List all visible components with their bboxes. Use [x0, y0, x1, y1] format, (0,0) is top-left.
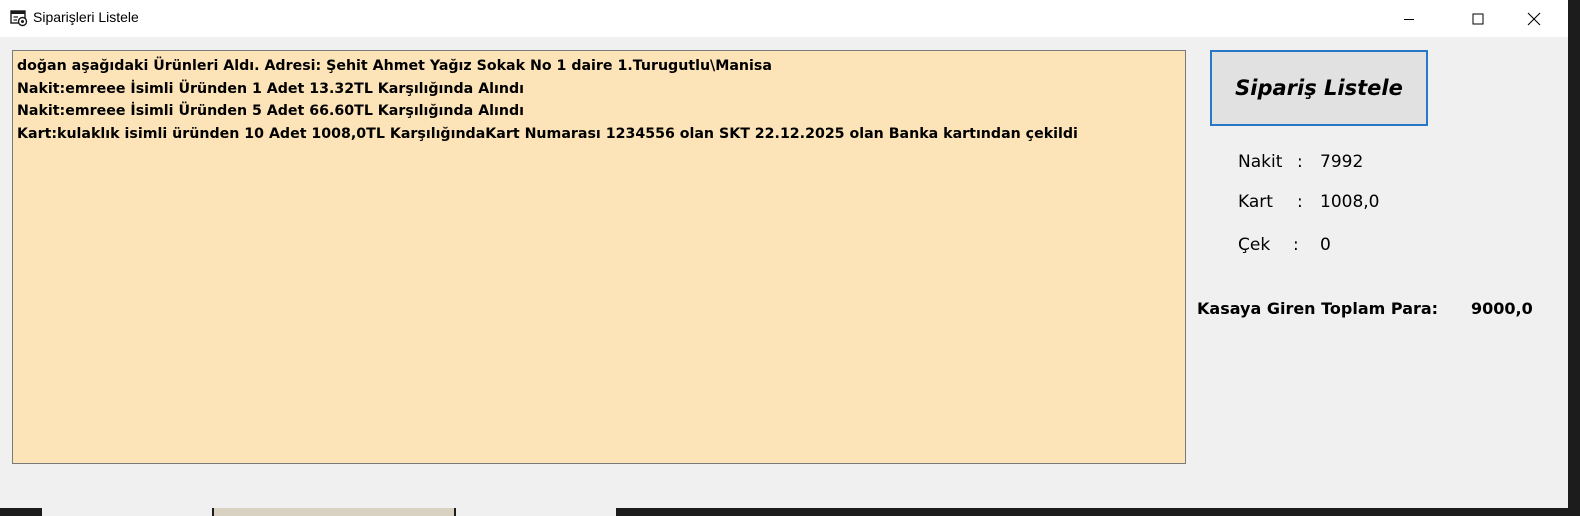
total-cash-label: Kasaya Giren Toplam Para: — [1197, 299, 1439, 318]
total-cash-value: 9000,0 — [1471, 299, 1533, 318]
close-button[interactable] — [1511, 0, 1557, 37]
cash-label: Nakit — [1238, 152, 1283, 172]
minimize-button[interactable] — [1386, 0, 1432, 37]
orders-listbox[interactable]: doğan aşağıdaki Ürünleri Aldı. Adresi: Ş… — [12, 50, 1186, 464]
close-icon — [1527, 12, 1541, 25]
list-item[interactable]: doğan aşağıdaki Ürünleri Aldı. Adresi: Ş… — [17, 55, 1181, 78]
maximize-icon — [1472, 13, 1484, 24]
background-window-fragment — [456, 508, 616, 516]
background-window-fragment — [42, 508, 212, 516]
app-window: Siparişleri Listele doğan aşağıdaki Ürün… — [0, 0, 1568, 508]
cash-separator: : — [1297, 152, 1303, 172]
list-item[interactable]: Nakit:emreee İsimli Üründen 5 Adet 66.60… — [17, 100, 1181, 123]
window-app-icon — [10, 9, 28, 27]
cash-value: 7992 — [1320, 152, 1364, 172]
card-value: 1008,0 — [1320, 192, 1380, 212]
list-item[interactable]: Nakit:emreee İsimli Üründen 1 Adet 13.32… — [17, 78, 1181, 101]
background-window-fragment — [214, 508, 454, 516]
check-label: Çek — [1238, 235, 1271, 255]
list-item[interactable]: Kart:kulaklık isimli üründen 10 Adet 100… — [17, 123, 1181, 146]
list-orders-button[interactable]: Sipariş Listele — [1210, 50, 1428, 126]
maximize-button[interactable] — [1455, 0, 1501, 37]
check-value: 0 — [1320, 235, 1331, 255]
minimize-icon — [1404, 18, 1414, 20]
card-label: Kart — [1238, 192, 1273, 212]
window-title: Siparişleri Listele — [33, 9, 139, 25]
card-separator: : — [1297, 192, 1303, 212]
check-separator: : — [1293, 235, 1299, 255]
client-area: doğan aşağıdaki Ürünleri Aldı. Adresi: Ş… — [0, 37, 1568, 508]
list-orders-button-label: Sipariş Listele — [1235, 76, 1403, 100]
title-bar[interactable]: Siparişleri Listele — [0, 0, 1568, 37]
background-edge — [1568, 0, 1580, 516]
